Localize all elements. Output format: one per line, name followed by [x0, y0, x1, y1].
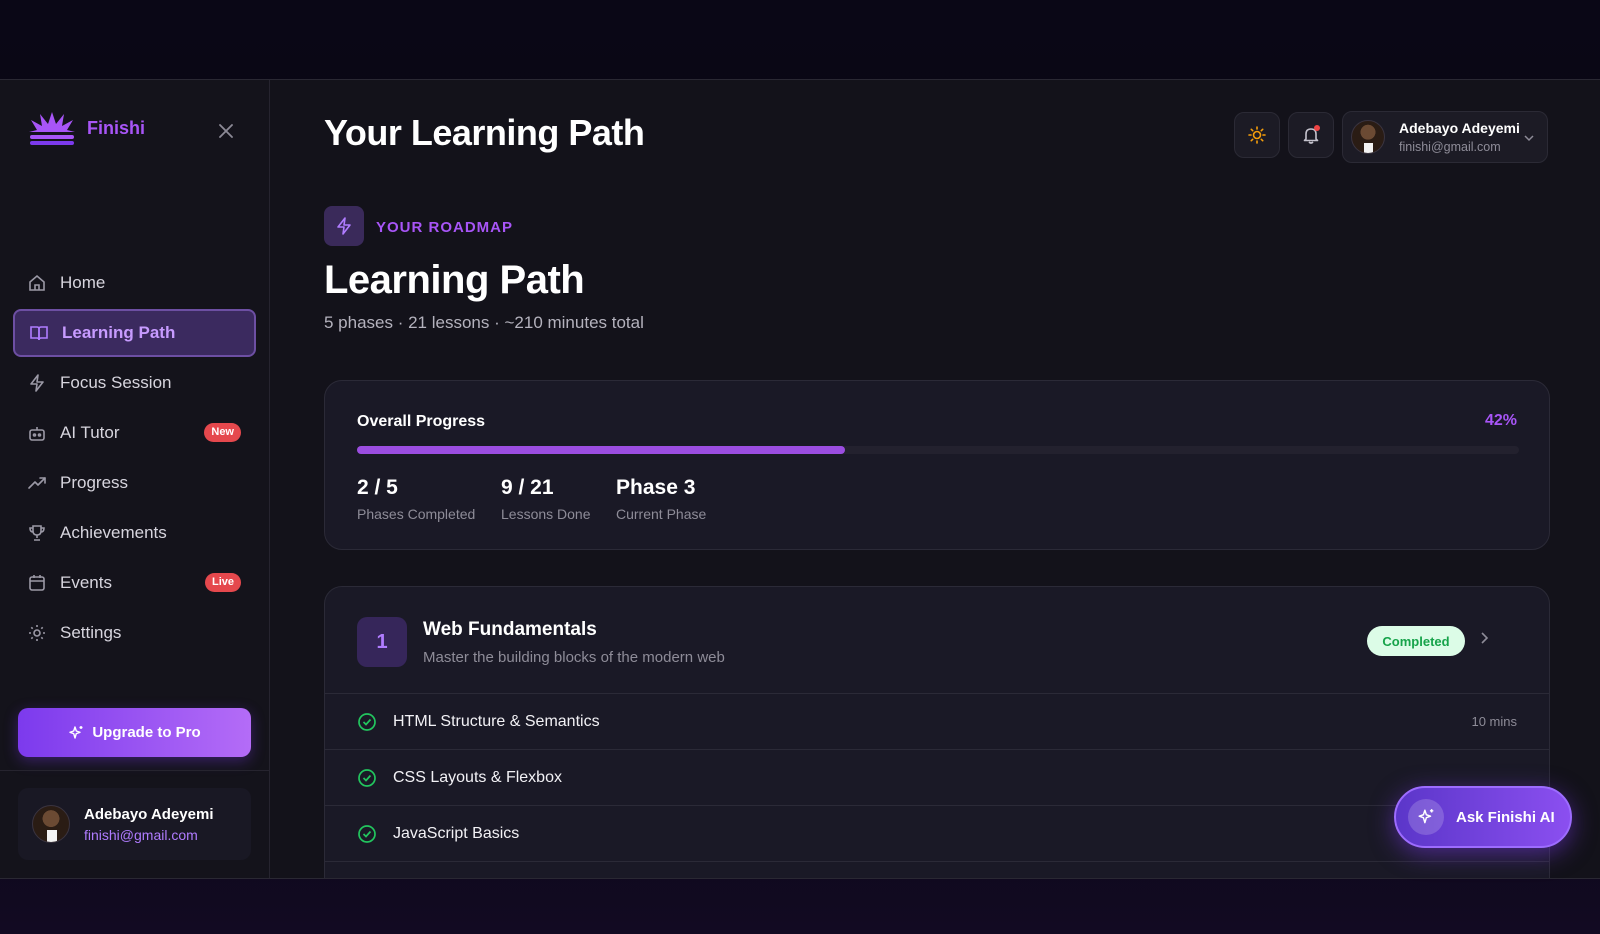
check-circle-icon [357, 824, 377, 844]
sidebar-item-label: Achievements [60, 523, 167, 542]
main-content: Your Learning Path Adebayo Adeyemi finis… [270, 80, 1600, 878]
live-badge: Live [204, 573, 241, 592]
sidebar-item-label: Progress [60, 473, 129, 492]
avatar [1351, 120, 1385, 154]
stat-value: 9 / 21 [501, 476, 554, 499]
sidebar-item-focus-session[interactable]: Focus Session [13, 359, 256, 407]
chevron-down-icon [1523, 132, 1535, 144]
user-name: Adebayo Adeyemi [1399, 120, 1520, 136]
sidebar-item-label: Focus Session [60, 373, 172, 392]
sun-icon [1248, 126, 1266, 144]
sidebar-item-ai-tutor[interactable]: AI Tutor New [13, 409, 256, 457]
ask-ai-label: Ask Finishi AI [1456, 808, 1555, 826]
phase-title: Web Fundamentals [423, 619, 597, 640]
phase-number: 1 [357, 617, 407, 667]
sidebar-item-achievements[interactable]: Achievements [13, 509, 256, 557]
check-circle-icon [357, 768, 377, 788]
lesson-row[interactable]: CSS Layouts & Flexbox [325, 750, 1549, 806]
sidebar-item-settings[interactable]: Settings [13, 609, 256, 657]
status-badge: Completed [1367, 626, 1465, 656]
lesson-row[interactable]: JavaScript Basics [325, 806, 1549, 862]
theme-toggle-button[interactable] [1234, 112, 1280, 158]
check-circle-icon [357, 712, 377, 732]
sidebar: Finishi Home Learning Path Focus Session… [0, 80, 270, 878]
page-title: Your Learning Path [324, 112, 645, 153]
stat-caption: Lessons Done [501, 506, 591, 522]
section-subtitle: 5 phases · 21 lessons · ~210 minutes tot… [324, 313, 644, 332]
lesson-duration: 10 mins [1471, 714, 1517, 729]
user-email: finishi@gmail.com [1399, 140, 1501, 154]
avatar [32, 805, 70, 843]
chevron-right-icon[interactable] [1477, 631, 1491, 645]
sidebar-nav: Home Learning Path Focus Session AI Tuto… [13, 259, 256, 659]
stat-value: 2 / 5 [357, 476, 398, 499]
sidebar-item-label: AI Tutor [60, 423, 120, 442]
trophy-icon [27, 523, 47, 543]
upgrade-button[interactable]: Upgrade to Pro [18, 708, 251, 757]
app-window: Finishi Home Learning Path Focus Session… [0, 79, 1600, 879]
trend-icon [27, 473, 47, 493]
sidebar-divider [0, 770, 270, 771]
progress-title: Overall Progress [357, 413, 486, 430]
lesson-title: HTML Structure & Semantics [393, 712, 600, 730]
sparkle-icon [68, 725, 84, 741]
user-name: Adebayo Adeyemi [84, 805, 214, 823]
ask-ai-button[interactable]: Ask Finishi AI [1394, 786, 1572, 848]
bolt-icon [324, 206, 364, 246]
phase-card: 1 Web Fundamentals Master the building b… [324, 586, 1550, 878]
sidebar-item-home[interactable]: Home [13, 259, 256, 307]
bolt-icon [27, 373, 47, 393]
close-sidebar-button[interactable] [215, 120, 237, 142]
new-badge: New [204, 423, 241, 442]
section-title: Learning Path [324, 258, 585, 302]
stat-phases: 2 / 5 Phases Completed [357, 476, 475, 522]
bot-icon [27, 423, 47, 443]
sidebar-item-label: Events [60, 573, 112, 592]
user-email: finishi@gmail.com [84, 826, 198, 843]
sidebar-item-learning-path[interactable]: Learning Path [13, 309, 256, 357]
brand[interactable]: Finishi [27, 110, 145, 146]
notifications-button[interactable] [1288, 112, 1334, 158]
roadmap-label: YOUR ROADMAP [376, 219, 514, 236]
stat-caption: Current Phase [616, 506, 707, 522]
phase-description: Master the building blocks of the modern… [423, 649, 725, 666]
sidebar-item-label: Home [60, 273, 106, 292]
gear-icon [27, 623, 47, 643]
sidebar-item-label: Settings [60, 623, 122, 642]
user-menu[interactable]: Adebayo Adeyemi finishi@gmail.com [1342, 111, 1548, 163]
phase-header[interactable]: 1 Web Fundamentals Master the building b… [325, 587, 1549, 694]
calendar-icon [27, 573, 47, 593]
lesson-title: JavaScript Basics [393, 824, 520, 842]
stat-current-phase: Phase 3 Current Phase [616, 476, 706, 522]
sidebar-item-label: Learning Path [62, 323, 176, 342]
overall-progress-card: Overall Progress 42% 2 / 5 Phases Comple… [324, 380, 1550, 550]
progress-percent: 42% [1484, 412, 1517, 429]
sidebar-item-events[interactable]: Events Live [13, 559, 256, 607]
lesson-row[interactable]: HTML Structure & Semantics 10 mins [325, 694, 1549, 750]
progress-bar [357, 446, 1519, 454]
home-icon [27, 273, 47, 293]
book-icon [29, 323, 49, 343]
progress-bar-fill [357, 446, 846, 454]
lesson-title: CSS Layouts & Flexbox [393, 768, 562, 786]
brand-name: Finishi [87, 117, 145, 138]
sidebar-user-card[interactable]: Adebayo Adeyemi finishi@gmail.com [18, 788, 251, 860]
sparkle-icon [1408, 799, 1444, 835]
stat-lessons: 9 / 21 Lessons Done [501, 476, 591, 522]
close-icon [219, 124, 233, 138]
logo-icon [29, 112, 75, 145]
stat-value: Phase 3 [616, 476, 696, 499]
sidebar-item-progress[interactable]: Progress [13, 459, 256, 507]
upgrade-label: Upgrade to Pro [92, 724, 201, 741]
stat-caption: Phases Completed [357, 506, 476, 522]
notification-dot [1314, 125, 1320, 131]
